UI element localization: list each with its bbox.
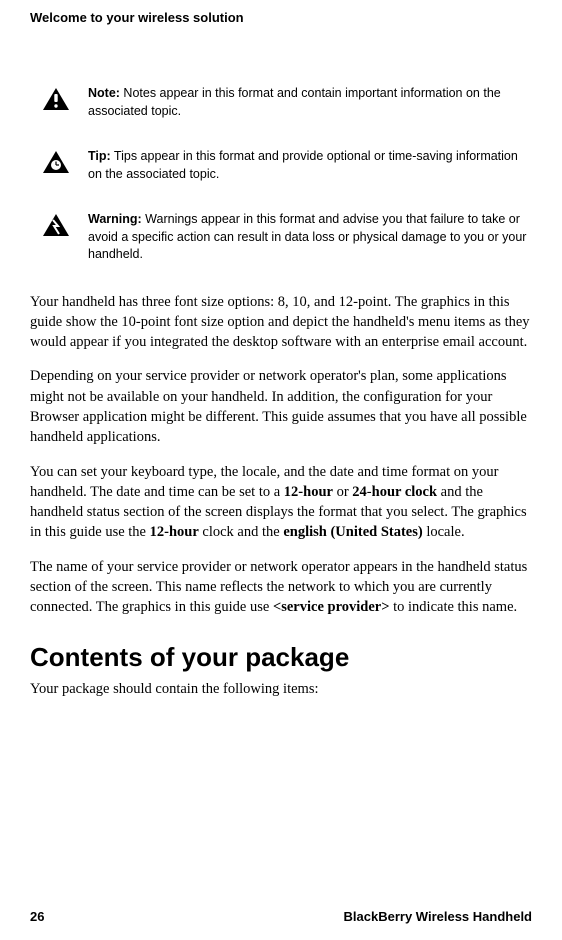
- paragraph-1: Your handheld has three font size option…: [30, 292, 532, 353]
- warning-callout: Warning: Warnings appear in this format …: [30, 211, 532, 264]
- tip-label: Tip:: [88, 149, 111, 163]
- paragraph-2: Depending on your service provider or ne…: [30, 366, 532, 447]
- contents-heading: Contents of your package: [30, 642, 532, 673]
- p3-b: 12-hour: [284, 484, 333, 500]
- p3-h: 12-hour: [150, 524, 199, 540]
- paragraph-3: You can set your keyboard type, the loca…: [30, 462, 532, 543]
- p3-f: hour clock: [372, 484, 437, 500]
- page-header-title: Welcome to your wireless solution: [30, 10, 532, 25]
- product-name: BlackBerry Wireless Handheld: [344, 909, 532, 924]
- p4-b: <service provider>: [273, 599, 390, 615]
- p3-i: clock and the: [199, 524, 284, 540]
- paragraph-4: The name of your service provider or net…: [30, 557, 532, 618]
- p4-c: to indicate this name.: [389, 599, 517, 615]
- tip-icon: [42, 150, 70, 174]
- p3-d: 24: [352, 484, 367, 500]
- note-text: Note: Notes appear in this format and co…: [88, 85, 532, 120]
- tip-body: Tips appear in this format and provide o…: [88, 149, 518, 181]
- note-body: Notes appear in this format and contain …: [88, 86, 501, 118]
- page-footer: 26 BlackBerry Wireless Handheld: [30, 909, 532, 924]
- tip-callout: Tip: Tips appear in this format and prov…: [30, 148, 532, 183]
- note-label: Note:: [88, 86, 120, 100]
- note-icon: [42, 87, 70, 111]
- p3-k: locale.: [423, 524, 465, 540]
- note-callout: Note: Notes appear in this format and co…: [30, 85, 532, 120]
- paragraph-5: Your package should contain the followin…: [30, 679, 532, 699]
- p3-j: english (United States): [283, 524, 422, 540]
- p3-c: or: [333, 484, 352, 500]
- warning-text: Warning: Warnings appear in this format …: [88, 211, 532, 264]
- tip-text: Tip: Tips appear in this format and prov…: [88, 148, 532, 183]
- warning-body: Warnings appear in this format and advis…: [88, 212, 526, 261]
- warning-icon: [42, 213, 70, 237]
- warning-label: Warning:: [88, 212, 142, 226]
- page-number: 26: [30, 909, 44, 924]
